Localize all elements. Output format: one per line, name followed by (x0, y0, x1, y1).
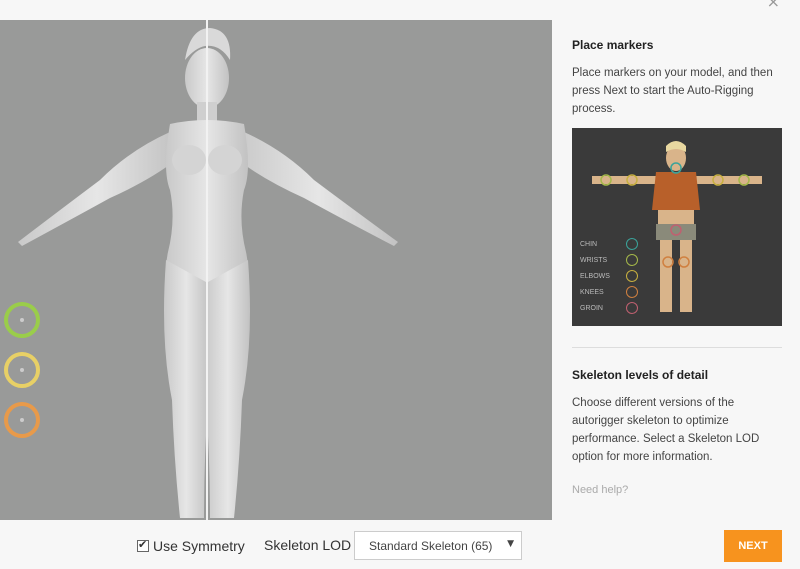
3d-viewport[interactable] (0, 20, 552, 520)
ring-icon (626, 270, 638, 282)
skeleton-lod-select[interactable]: Standard Skeleton (65) ▼ (354, 531, 522, 560)
ring-icon (626, 302, 638, 314)
legend-label: ELBOWS (580, 272, 610, 280)
wrist-marker[interactable] (4, 302, 40, 338)
lod-text: Choose different versions of the autorig… (572, 397, 760, 463)
legend-label: GROIN (580, 304, 603, 312)
elbow-marker[interactable] (4, 352, 40, 388)
next-button[interactable]: NEXT (724, 530, 782, 562)
close-icon[interactable]: × (767, 0, 780, 11)
place-markers-text: Place markers on your model, and then pr… (572, 67, 773, 115)
marker-legend: CHIN WRISTS ELBOWS KNEES GROIN (580, 236, 638, 316)
use-symmetry-checkbox[interactable]: Use Symmetry (137, 538, 245, 554)
legend-item-groin: GROIN (580, 300, 638, 316)
legend-item-wrists: WRISTS (580, 252, 638, 268)
legend-item-knees: KNEES (580, 284, 638, 300)
lod-title: Skeleton levels of detail (572, 368, 709, 382)
legend-item-elbows: ELBOWS (580, 268, 638, 284)
checkbox-icon[interactable] (137, 538, 149, 552)
character-model (18, 28, 398, 518)
auto-rigger-window: × ✔ Use Symmetry Skeleton LOD Standard S… (0, 0, 800, 569)
place-markers-section: Place markers Place markers on your mode… (572, 38, 784, 118)
legend-label: CHIN (580, 240, 598, 248)
skeleton-lod-label: Skeleton LOD (264, 537, 352, 553)
ring-icon (626, 238, 638, 250)
ring-icon (626, 286, 638, 298)
lod-section: Skeleton levels of detail Choose differe… (572, 368, 784, 466)
chevron-down-icon: ▼ (507, 539, 514, 549)
ring-icon (626, 254, 638, 266)
use-symmetry-label: Use Symmetry (153, 538, 245, 554)
symmetry-line (206, 20, 208, 520)
knee-marker[interactable] (4, 402, 40, 438)
legend-label: KNEES (580, 288, 604, 296)
place-markers-title: Place markers (572, 38, 654, 52)
skeleton-lod-value: Standard Skeleton (65) (369, 539, 493, 553)
legend-item-chin: CHIN (580, 236, 638, 252)
marker-preview-image: CHIN WRISTS ELBOWS KNEES GROIN (572, 128, 782, 326)
divider (572, 347, 782, 348)
need-help-link[interactable]: Need help? (572, 484, 628, 496)
legend-label: WRISTS (580, 256, 608, 264)
